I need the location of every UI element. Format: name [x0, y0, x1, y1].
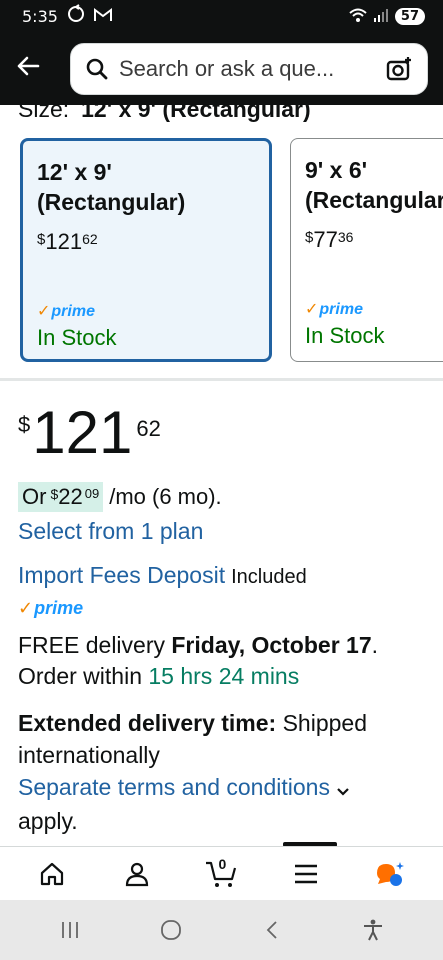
size-option-name: 12' x 9': [37, 159, 112, 185]
rufus-icon: [376, 861, 404, 886]
delivery-period: .: [371, 632, 379, 658]
back-button[interactable]: [10, 48, 46, 84]
installment-currency: $: [50, 486, 59, 502]
installment-fraction: 09: [84, 486, 100, 501]
price-fraction: 62: [82, 231, 98, 247]
size-selected-value: 12' x 9' (Rectangular): [81, 96, 311, 122]
installment-term: /mo (6 mo).: [109, 484, 222, 509]
main-price-currency: $: [18, 412, 31, 437]
select-plan-link[interactable]: Select from 1 plan: [18, 518, 203, 545]
price-whole: 121: [45, 229, 83, 254]
prime-check-icon: ✓: [305, 301, 319, 318]
search-icon: [86, 58, 108, 80]
sync-icon: [66, 4, 86, 29]
installment-offer: Or $ 22 09 /mo (6 mo).: [18, 482, 222, 512]
nav-home[interactable]: [32, 854, 72, 894]
prime-badge: ✓prime: [305, 299, 363, 319]
nav-account[interactable]: [117, 854, 157, 894]
back-chevron-icon: [266, 921, 277, 939]
recents-icon: [62, 922, 79, 938]
accessibility-button[interactable]: [353, 910, 393, 950]
size-options: 12' x 9' (Rectangular) $12162 ✓prime In …: [18, 136, 443, 366]
search-header: Search or ask a que...: [0, 33, 443, 105]
extended-label: Extended delivery time:: [18, 710, 277, 736]
delivery-info: FREE delivery Friday, October 17. Order …: [18, 630, 428, 692]
status-bar: 5:35 57: [0, 0, 443, 33]
cart-count: 0: [218, 855, 227, 872]
main-price-fraction: 62: [136, 416, 161, 441]
installment-whole: 22: [58, 484, 83, 509]
search-input[interactable]: Search or ask a que...: [119, 56, 385, 82]
recents-button[interactable]: [50, 910, 90, 950]
battery-icon: 57: [394, 8, 425, 25]
delivery-date: Friday, October 17: [171, 632, 372, 658]
price-currency: $: [37, 231, 46, 248]
gmail-icon: [93, 7, 112, 27]
size-option-shape: (Rectangular): [37, 189, 186, 215]
wifi-icon: [349, 7, 367, 27]
size-option-12x9[interactable]: 12' x 9' (Rectangular) $12162 ✓prime In …: [20, 138, 272, 362]
back-system-button[interactable]: [252, 910, 292, 950]
size-option-price: $7736: [305, 227, 443, 253]
back-arrow-icon: [17, 56, 40, 76]
prime-text: prime: [34, 598, 84, 618]
search-bar[interactable]: Search or ask a que...: [70, 43, 428, 95]
price-fraction: 36: [337, 229, 354, 245]
order-within-label: Order within: [18, 663, 142, 689]
prime-badge: ✓prime: [37, 301, 95, 321]
size-heading: Size: 12' x 9' (Rectangular): [18, 96, 311, 124]
home-icon: [41, 862, 64, 885]
account-icon: [125, 862, 148, 886]
signal-icon: [373, 7, 389, 27]
nav-rufus[interactable]: [371, 854, 411, 894]
installment-prefix: Or: [22, 484, 47, 509]
terms-link[interactable]: Separate terms and conditions: [18, 774, 330, 800]
price-currency: $: [305, 229, 314, 246]
section-divider: [0, 378, 443, 381]
nav-menu[interactable]: [286, 854, 326, 894]
import-fees-status: Included: [231, 566, 307, 588]
prime-check-icon: ✓: [37, 303, 51, 320]
stock-status: In Stock: [305, 323, 385, 348]
main-price-whole: 121: [32, 399, 133, 466]
system-nav-bar: [0, 900, 443, 960]
prime-check-icon: ✓: [18, 598, 34, 618]
size-option-shape: (Rectangular): [305, 187, 443, 213]
size-option-price: $12162: [37, 229, 255, 255]
size-option-9x6[interactable]: 9' x 6' (Rectangular) $7736 ✓prime In St…: [290, 138, 443, 362]
accessibility-icon: [363, 919, 382, 941]
chevron-down-icon[interactable]: [336, 773, 350, 805]
prime-badge: ✓prime: [18, 598, 83, 619]
delivery-prefix: FREE delivery: [18, 632, 165, 658]
camera-icon[interactable]: [385, 55, 413, 83]
size-option-name: 9' x 6': [305, 157, 368, 183]
main-price: $ 121 62: [18, 402, 161, 464]
import-fees-link[interactable]: Import Fees Deposit: [18, 562, 225, 588]
delivery-countdown: 15 hrs 24 mins: [148, 663, 300, 689]
prime-text: prime: [51, 303, 95, 320]
size-label: Size:: [18, 96, 70, 122]
nav-cart[interactable]: 0: [201, 854, 241, 894]
installment-highlight: Or $ 22 09: [18, 482, 104, 512]
home-button[interactable]: [151, 910, 191, 950]
extended-delivery: Extended delivery time: Shipped internat…: [18, 707, 428, 837]
price-whole: 77: [313, 227, 338, 252]
menu-icon: [295, 864, 318, 883]
bottom-nav: 0: [0, 846, 443, 900]
home-circle-icon: [161, 920, 182, 940]
status-time: 5:35: [22, 7, 58, 26]
prime-text: prime: [319, 301, 363, 318]
stock-status: In Stock: [37, 325, 117, 350]
import-fees: Import Fees Deposit Included: [18, 562, 307, 589]
terms-apply: apply.: [18, 807, 78, 834]
